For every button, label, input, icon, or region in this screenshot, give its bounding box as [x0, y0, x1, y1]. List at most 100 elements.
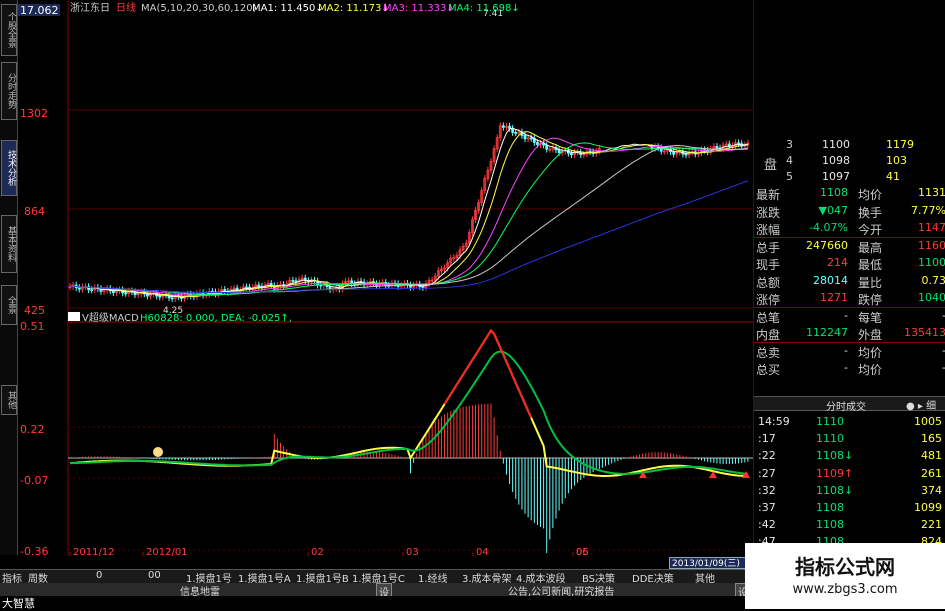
- quote-row: 涨幅 -4.07% 今开 1147: [754, 220, 945, 237]
- tab-fundamentals[interactable]: 基本资料: [1, 215, 17, 273]
- tick-time: :27: [758, 467, 776, 480]
- quote-label-1: 最新: [756, 186, 780, 203]
- ob-volume: 41: [886, 170, 900, 183]
- tick-price: 1108: [816, 501, 844, 514]
- macd-tick-0: 0.51: [20, 320, 45, 333]
- tab-overview[interactable]: 个股全景: [1, 4, 17, 56]
- order-book-row: 3 1100 1179: [754, 137, 945, 154]
- logo-title: 指标公式网: [745, 551, 945, 580]
- candle-body: [292, 280, 294, 281]
- tick-price: 1110: [816, 415, 844, 428]
- quote-label-1: 总买: [756, 361, 780, 378]
- quote-row: 总手 247660 最高 1160: [754, 238, 945, 255]
- tick-volume: 261: [921, 467, 942, 480]
- tick-price: 1108: [816, 518, 844, 531]
- logo-url: www.zbgs3.com: [745, 582, 945, 597]
- candle-body: [502, 126, 504, 128]
- quote-value-1: -: [844, 309, 848, 322]
- tick-row: :22 1108↓ 481: [754, 448, 945, 465]
- quote-value-1: -4.07%: [809, 221, 848, 234]
- ob-volume: 1179: [886, 138, 914, 151]
- order-book-row: 5 1097 41: [754, 169, 945, 186]
- quote-label-1: 现手: [756, 256, 780, 273]
- quote-value-1: 28014: [813, 274, 848, 287]
- quote-value-2: 1100: [918, 256, 945, 269]
- quote-row: 总额 28014 量比 0.73: [754, 273, 945, 290]
- tab-technical[interactable]: 技术分析: [1, 140, 17, 196]
- candle-body: [78, 288, 80, 290]
- quote-row: 最新 1108 均价 1131: [754, 185, 945, 202]
- indicator-tag[interactable]: [68, 312, 80, 321]
- ob-level: 4: [786, 154, 793, 167]
- macd-legend-values: H60828: 0.000, DEA: -0.025↑,: [140, 313, 292, 324]
- tick-time: :17: [758, 432, 776, 445]
- quote-value-2: 7.77%: [911, 204, 945, 217]
- tab-other[interactable]: 其他: [1, 385, 17, 415]
- tick-volume: 1005: [914, 415, 942, 428]
- moving-average-lines: [70, 128, 748, 298]
- quote-label-2: 换手: [858, 204, 882, 221]
- ma1-legend: MA1: 11.450↓: [252, 3, 324, 14]
- ticks-header-bar: 分时成交 ● ▸ 细: [754, 396, 945, 411]
- candle-body: [530, 138, 532, 139]
- ob-price: 1098: [822, 154, 850, 167]
- tick-row: 14:59 1110 1005: [754, 414, 945, 431]
- quote-value-2: 1147: [918, 221, 945, 234]
- watermark-logo: 指标公式网 www.zbgs3.com: [745, 543, 945, 609]
- quote-label-1: 总额: [756, 274, 780, 291]
- quote-label-2: 均价: [858, 186, 882, 203]
- candle-body: [558, 150, 560, 153]
- candle-body: [224, 289, 226, 291]
- macd-tick-2: -0.07: [20, 474, 48, 487]
- quote-value-1: -: [844, 344, 848, 357]
- quote-label-2: 最高: [858, 239, 882, 256]
- tick-row: :32 1108↓ 374: [754, 483, 945, 500]
- current-date-label: 2013/01/09(三): [669, 557, 751, 569]
- macd-lines: [70, 331, 750, 479]
- quote-label-2: 最低: [858, 256, 882, 273]
- kline-chart[interactable]: 17.062 1302 864 425 0.51 0.22 -0.07 -0.3…: [18, 0, 753, 556]
- tab-panorama[interactable]: 全景: [1, 285, 17, 325]
- ticks-nav-icon[interactable]: ● ▸ 细: [906, 397, 936, 412]
- tab-intraday[interactable]: 分时走势: [1, 62, 17, 120]
- tick-volume: 221: [921, 518, 942, 531]
- quote-row: 现手 214 最低 1100: [754, 255, 945, 272]
- tick-price: 1110: [816, 432, 844, 445]
- tick-price: 1109↑: [816, 467, 853, 480]
- quote-value-2: 135413: [904, 326, 945, 339]
- ma-line-30: [70, 143, 748, 295]
- quote-row: 总买 - 均价 -: [754, 360, 945, 377]
- quote-label-2: 跌停: [858, 291, 882, 308]
- toolbar-item[interactable]: 00: [148, 570, 161, 581]
- date-axis: 2011/122012/010203040506: [70, 547, 589, 556]
- ob-price: 1100: [822, 138, 850, 151]
- candle-body: [536, 142, 538, 144]
- tick-volume: 1099: [914, 501, 942, 514]
- tick-time: :42: [758, 518, 776, 531]
- candle-body: [589, 151, 591, 152]
- ma3-legend: MA3: 11.333↓: [383, 3, 455, 14]
- candle-body: [125, 293, 127, 294]
- ma-line-10: [70, 132, 748, 297]
- ticks-header[interactable]: 分时成交: [826, 398, 866, 413]
- date-label-4: 04: [476, 547, 489, 556]
- ma-line-60: [70, 146, 748, 293]
- quote-value-1: 247660: [806, 239, 848, 252]
- tick-time: 14:59: [758, 415, 790, 428]
- toolbar-item[interactable]: 0: [96, 570, 102, 581]
- price-tick-425: 425: [24, 304, 45, 317]
- candle-body: [716, 147, 718, 149]
- date-label-6: 06: [576, 547, 589, 556]
- candle-body: [159, 296, 161, 297]
- candle-body: [512, 128, 514, 132]
- macd-tick-1: 0.22: [20, 423, 45, 436]
- tick-row: :42 1108 221: [754, 517, 945, 534]
- ob-price: 1097: [822, 170, 850, 183]
- tick-row: :27 1109↑ 261: [754, 466, 945, 483]
- quote-label-2: 均价: [858, 361, 882, 378]
- stock-name: 浙江东日: [70, 1, 110, 14]
- macd-tick-3: -0.36: [20, 545, 48, 556]
- quote-value-1: 214: [827, 256, 848, 269]
- quote-value-1: -: [844, 361, 848, 374]
- pan-label: 盘: [764, 154, 777, 173]
